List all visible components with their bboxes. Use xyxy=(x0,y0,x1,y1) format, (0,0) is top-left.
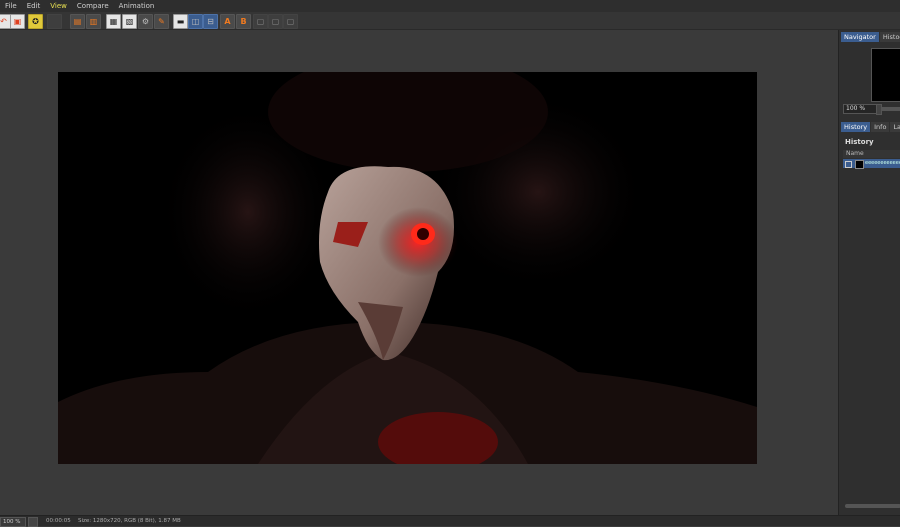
menu-file[interactable]: File xyxy=(0,0,22,12)
history-title: History xyxy=(845,138,874,146)
split-view-icon: ◫ xyxy=(191,16,200,26)
set-a-button[interactable]: A xyxy=(220,14,235,29)
region-icon: ▧ xyxy=(125,16,134,26)
ab-compare-button[interactable]: ▬ xyxy=(173,14,188,29)
history-row-label: eeeeeeeeeeee xyxy=(865,160,900,166)
save-as-button[interactable]: ▥ xyxy=(86,14,101,29)
panel-scrollbar[interactable] xyxy=(845,504,900,508)
open-image-icon: ▤ xyxy=(73,16,82,26)
region-button[interactable]: ▧ xyxy=(122,14,137,29)
layer-icon: ▢ xyxy=(286,16,295,26)
image-workspace[interactable] xyxy=(0,30,838,515)
set-b-button[interactable]: B xyxy=(236,14,251,29)
tab-navigator[interactable]: Navigator xyxy=(841,32,879,42)
toolbar: ↶ ▣ ✪ ▤ ▥ ▦ ▧ ⚙ ✎ ▬ ◫ ⊟ A B ▢ ▢ ▢ xyxy=(0,12,900,30)
tab-history[interactable]: History xyxy=(841,122,871,132)
tab-histogram[interactable]: Histogram xyxy=(879,32,900,42)
copy-image-button[interactable]: ▦ xyxy=(106,14,121,29)
history-item-icon xyxy=(845,161,852,168)
zoom-slider[interactable] xyxy=(882,107,900,111)
layer-1-button[interactable]: ▢ xyxy=(253,14,268,29)
split-view-button[interactable]: ◫ xyxy=(188,14,203,29)
status-zoom-spinner[interactable] xyxy=(28,517,38,527)
open-image-button[interactable]: ▤ xyxy=(70,14,85,29)
history-tabs: History Info Layers xyxy=(841,122,900,132)
menu-animation[interactable]: Animation xyxy=(114,0,160,12)
history-thumbnail xyxy=(855,160,864,169)
status-image-info: Size: 1280x720, RGB (8 Bit), 1.87 MB xyxy=(78,518,181,524)
tab-layers[interactable]: Layers xyxy=(890,122,900,132)
history-row[interactable]: eeeeeeeeeeee xyxy=(843,159,900,169)
navigator-tabs: Navigator Histogram xyxy=(841,32,900,42)
copy-image-icon: ▦ xyxy=(109,16,118,26)
split-horizontal-icon: ⊟ xyxy=(207,16,214,26)
ab-compare-icon: ▬ xyxy=(176,16,185,26)
menu-compare[interactable]: Compare xyxy=(72,0,114,12)
edit-icon: ✎ xyxy=(158,16,165,26)
layer-3-button[interactable]: ▢ xyxy=(283,14,298,29)
menu-view[interactable]: View xyxy=(45,0,72,12)
undo-arrow-icon: ↶ xyxy=(0,16,7,26)
disabled-button[interactable] xyxy=(47,14,62,29)
layer-icon: ▢ xyxy=(271,16,280,26)
tab-info[interactable]: Info xyxy=(871,122,890,132)
split-view-horizontal-button[interactable]: ⊟ xyxy=(203,14,218,29)
save-image-icon: ▣ xyxy=(13,16,22,26)
rendered-image-canvas[interactable] xyxy=(58,72,757,464)
save-image-button[interactable]: ▣ xyxy=(10,14,25,29)
render-settings-button[interactable]: ✪ xyxy=(28,14,43,29)
group-button[interactable]: ⚙ xyxy=(138,14,153,29)
status-frame: 00:00:05 xyxy=(46,518,71,524)
layer-icon: ▢ xyxy=(256,16,265,26)
edit-button[interactable]: ✎ xyxy=(154,14,169,29)
render-settings-icon: ✪ xyxy=(32,16,39,26)
right-panel: Navigator Histogram 100 % History Info L… xyxy=(838,30,900,515)
group-icon: ⚙ xyxy=(141,16,150,26)
set-a-icon: A xyxy=(224,16,231,26)
status-bar: 100 % 00:00:05 Size: 1280x720, RGB (8 Bi… xyxy=(0,515,900,527)
menu-edit[interactable]: Edit xyxy=(22,0,46,12)
status-zoom-field[interactable]: 100 % xyxy=(0,517,26,527)
name-column-header[interactable]: Name xyxy=(843,150,900,158)
save-as-icon: ▥ xyxy=(89,16,98,26)
set-b-icon: B xyxy=(240,16,247,26)
layer-2-button[interactable]: ▢ xyxy=(268,14,283,29)
menu-bar: File Edit View Compare Animation xyxy=(0,0,900,12)
navigator-zoom-field[interactable]: 100 % xyxy=(843,104,877,114)
navigator-thumbnail[interactable] xyxy=(871,48,900,102)
skull-render-image xyxy=(58,72,757,464)
